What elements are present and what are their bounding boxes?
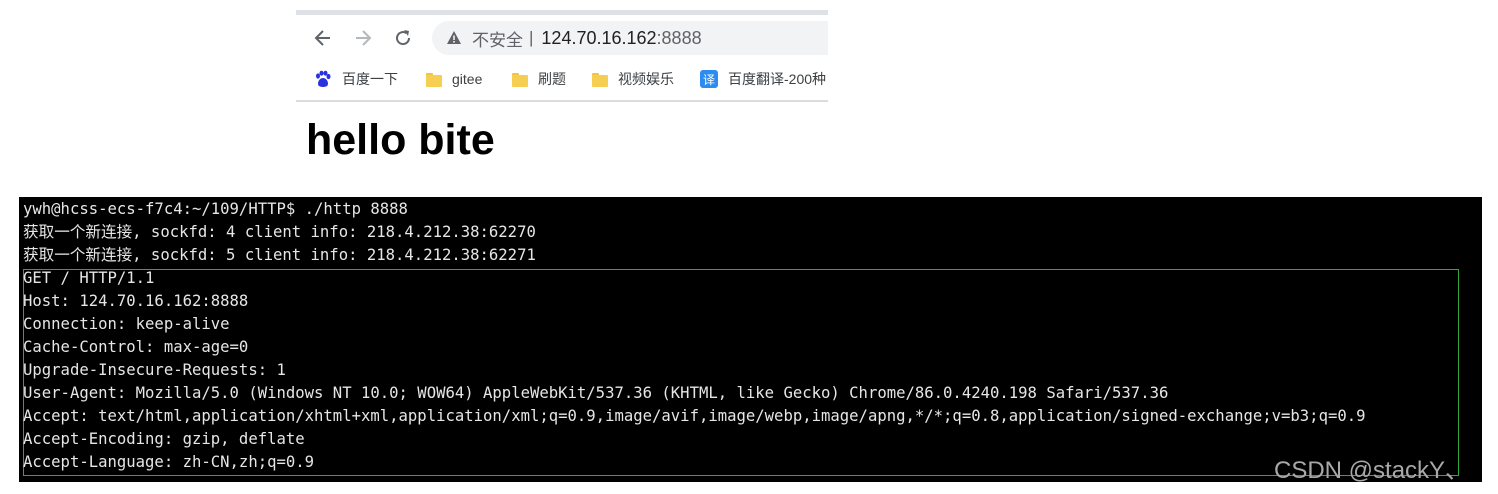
page-heading: hello bite (306, 116, 495, 164)
bookmark-shuati[interactable]: 刷题 (512, 68, 566, 90)
request-header-line: Accept-Encoding: gzip, deflate (23, 430, 305, 448)
bookmark-baidu-fanyi[interactable]: 译 百度翻译-200种 (700, 68, 826, 90)
address-bar[interactable]: 不安全 | 124.70.16.162:8888 (432, 21, 828, 55)
request-line: GET / HTTP/1.1 (23, 269, 155, 287)
baidu-paw-icon (316, 70, 331, 87)
request-header-line: Accept-Language: zh-CN,zh;q=0.9 (23, 453, 315, 471)
request-header-line: Host: 124.70.16.162:8888 (23, 292, 249, 310)
translate-icon: 译 (700, 70, 718, 88)
back-button[interactable] (310, 25, 336, 51)
bookmark-label: 百度翻译-200种 (728, 71, 827, 87)
reload-button[interactable] (390, 25, 416, 51)
folder-icon (512, 72, 528, 87)
warning-triangle-icon (446, 30, 462, 46)
terminal-window[interactable]: ywh@hcss-ecs-f7c4:~/109/HTTP$ ./http 888… (19, 197, 1482, 482)
request-header-line: User-Agent: Mozilla/5.0 (Windows NT 10.0… (23, 384, 1169, 402)
request-header-line: Upgrade-Insecure-Requests: 1 (23, 361, 286, 379)
folder-icon (426, 72, 442, 87)
request-header-line: Cache-Control: max-age=0 (23, 338, 249, 356)
bookmark-label: gitee (452, 71, 483, 87)
bookmark-video[interactable]: 视频娱乐 (592, 68, 674, 90)
bookmark-baidu[interactable]: 百度一下 (314, 68, 398, 90)
request-header-line: Connection: keep-alive (23, 315, 230, 333)
forward-button[interactable] (350, 25, 376, 51)
log-line: 获取一个新连接, sockfd: 4 client info: 218.4.21… (23, 223, 536, 241)
prompt-line: ywh@hcss-ecs-f7c4:~/109/HTTP$ ./http 888… (23, 200, 408, 218)
log-line: 获取一个新连接, sockfd: 5 client info: 218.4.21… (23, 246, 536, 264)
bookmarks-bar: 百度一下 gitee 刷题 视频娱乐 译 百度翻译-200种 (296, 64, 828, 94)
request-header-line: Accept: text/html,application/xhtml+xml,… (23, 407, 1366, 425)
browser-window: 不安全 | 124.70.16.162:8888 百度一下 gitee 刷题 (296, 10, 828, 102)
url-separator: | (529, 28, 534, 47)
bookmark-label: 视频娱乐 (618, 71, 674, 87)
url-port: :8888 (656, 27, 702, 48)
arrow-left-icon (314, 30, 330, 46)
arrow-right-icon (356, 30, 372, 46)
bookmark-label: 百度一下 (342, 71, 398, 87)
reload-icon (396, 30, 411, 46)
security-label[interactable]: 不安全 (472, 26, 523, 51)
toolbar-divider (296, 100, 828, 102)
browser-toolbar: 不安全 | 124.70.16.162:8888 (296, 15, 828, 60)
csdn-watermark: CSDN @stackY、 (1274, 457, 1470, 484)
folder-icon (592, 72, 608, 87)
bookmark-gitee[interactable]: gitee (426, 68, 482, 90)
bookmark-label: 刷题 (538, 71, 566, 87)
url-host: 124.70.16.162 (541, 27, 657, 48)
